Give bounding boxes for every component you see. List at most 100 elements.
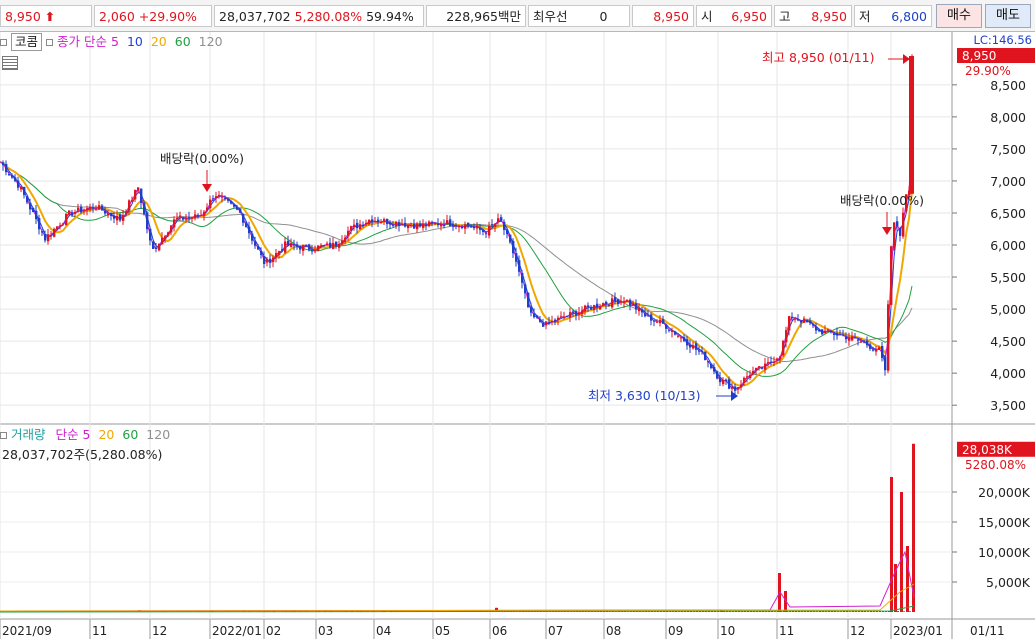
candle-body [743, 377, 746, 384]
candle-body [134, 189, 137, 200]
candle-body [836, 333, 839, 336]
candle-body [860, 341, 863, 343]
x-tick-label: 04 [376, 624, 391, 638]
volume-legend: 거래량 단순 5 20 60 120 [0, 427, 178, 443]
candle-body [545, 321, 548, 326]
best-quote-value: 0 [599, 9, 608, 24]
candle-body [854, 337, 857, 339]
ma-period-10[interactable]: 10 [127, 34, 143, 49]
candle-body [107, 212, 110, 216]
candle-body [875, 349, 878, 352]
ma-period-120[interactable]: 120 [199, 34, 223, 49]
candle-body [341, 240, 344, 245]
current-price-tag-label: 8,950 [962, 49, 996, 63]
candle-body [407, 224, 410, 229]
candle-body [359, 224, 362, 230]
volume-tick-label: 20,000K [978, 485, 1031, 500]
candle-body [197, 214, 200, 217]
volume-cell: 28,037,702 5,280.08% 59.94% [214, 5, 424, 27]
candle-body [899, 227, 902, 236]
candle-body [620, 300, 623, 303]
candle-body [746, 376, 749, 378]
candle-body [119, 214, 122, 221]
legend-toggle-icon[interactable] [0, 38, 7, 46]
candle-body [338, 244, 341, 248]
candle-body [125, 211, 128, 214]
candle-body [533, 313, 536, 318]
sell-button[interactable]: 매도 [985, 4, 1031, 28]
candle-body [194, 214, 197, 219]
candle-body [737, 387, 740, 390]
x-tick-label: 09 [668, 624, 683, 638]
candle-body [395, 221, 398, 227]
grid-toggle-icon[interactable] [2, 56, 18, 70]
candle-body [662, 319, 665, 324]
candle-body [215, 196, 218, 199]
candle-body [815, 326, 818, 331]
candle-body [740, 384, 743, 388]
candle-body [77, 207, 80, 211]
x-tick-label: 12 [152, 624, 167, 638]
ma-indicator-label[interactable]: 종가 단순 [57, 34, 107, 50]
candle-body [755, 367, 758, 371]
legend-toggle-icon[interactable] [46, 38, 54, 46]
candle-body [710, 363, 713, 369]
candle-body [56, 226, 59, 230]
candle-body [659, 319, 662, 324]
volume-ma-label[interactable]: 단순 [56, 427, 79, 443]
candle-body [722, 379, 725, 385]
turnover-rate: 59.94% [366, 9, 414, 24]
candle-body [605, 301, 608, 304]
candle-body [776, 358, 779, 361]
ma-period-120[interactable]: 120 [146, 427, 170, 442]
candle-body [209, 199, 212, 209]
candle-body [434, 222, 437, 225]
change-rate: +29.90% [138, 9, 197, 24]
candle-body [512, 240, 515, 254]
x-tick-label: 02 [266, 624, 281, 638]
candle-body [686, 339, 689, 346]
candle-body [869, 344, 872, 349]
candle-body [818, 329, 821, 331]
candle-body [212, 198, 215, 200]
candle-body [593, 304, 596, 310]
price-tick-label: 4,000 [990, 366, 1026, 381]
legend-toggle-icon[interactable] [0, 431, 7, 439]
candle-body [389, 222, 392, 225]
candle-body [23, 186, 26, 195]
price-tick-label: 7,500 [990, 142, 1026, 157]
candle-body [461, 226, 464, 229]
candle-body [569, 312, 572, 318]
candle-body [566, 316, 569, 318]
candle-body [800, 321, 803, 323]
ma-period-20[interactable]: 20 [151, 34, 167, 49]
price-tick-label: 5,500 [990, 270, 1026, 285]
candle-body [419, 223, 422, 227]
candle-body [62, 223, 65, 225]
candle-body [257, 246, 260, 250]
volume-bar [861, 611, 863, 612]
candle-body [8, 173, 11, 176]
candle-body [671, 330, 674, 332]
candle-body [536, 315, 539, 318]
ma-period-5[interactable]: 5 [111, 34, 119, 49]
ma-period-60[interactable]: 60 [175, 34, 191, 49]
price-tick-label: 6,500 [990, 206, 1026, 221]
candle-body [509, 234, 512, 243]
volume-name[interactable]: 거래량 [11, 427, 46, 443]
candle-body [371, 219, 374, 223]
candle-body [695, 343, 698, 350]
ma-period-60[interactable]: 60 [122, 427, 138, 442]
chart-area[interactable]: 2021/09 11 12 2022/01 02 03 04 05 06 07 08 09 10 11 12… [0, 32, 1035, 639]
candle-body [302, 245, 305, 251]
buy-button[interactable]: 매수 [936, 4, 982, 28]
price-tick-label: 6,000 [990, 238, 1026, 253]
dividend-annotation: 배당락(0.00%) [840, 193, 924, 208]
current-volume-rate-label: 5280.08% [965, 458, 1026, 472]
stock-name[interactable]: 코콤 [11, 33, 43, 51]
ma-period-5[interactable]: 5 [83, 427, 91, 442]
stock-chart[interactable]: 2021/09 11 12 2022/01 02 03 04 05 06 07 08 09 10 11 12… [0, 32, 1035, 639]
ma-period-20[interactable]: 20 [98, 427, 114, 442]
candle-body [89, 206, 92, 210]
candle-body [110, 212, 113, 216]
